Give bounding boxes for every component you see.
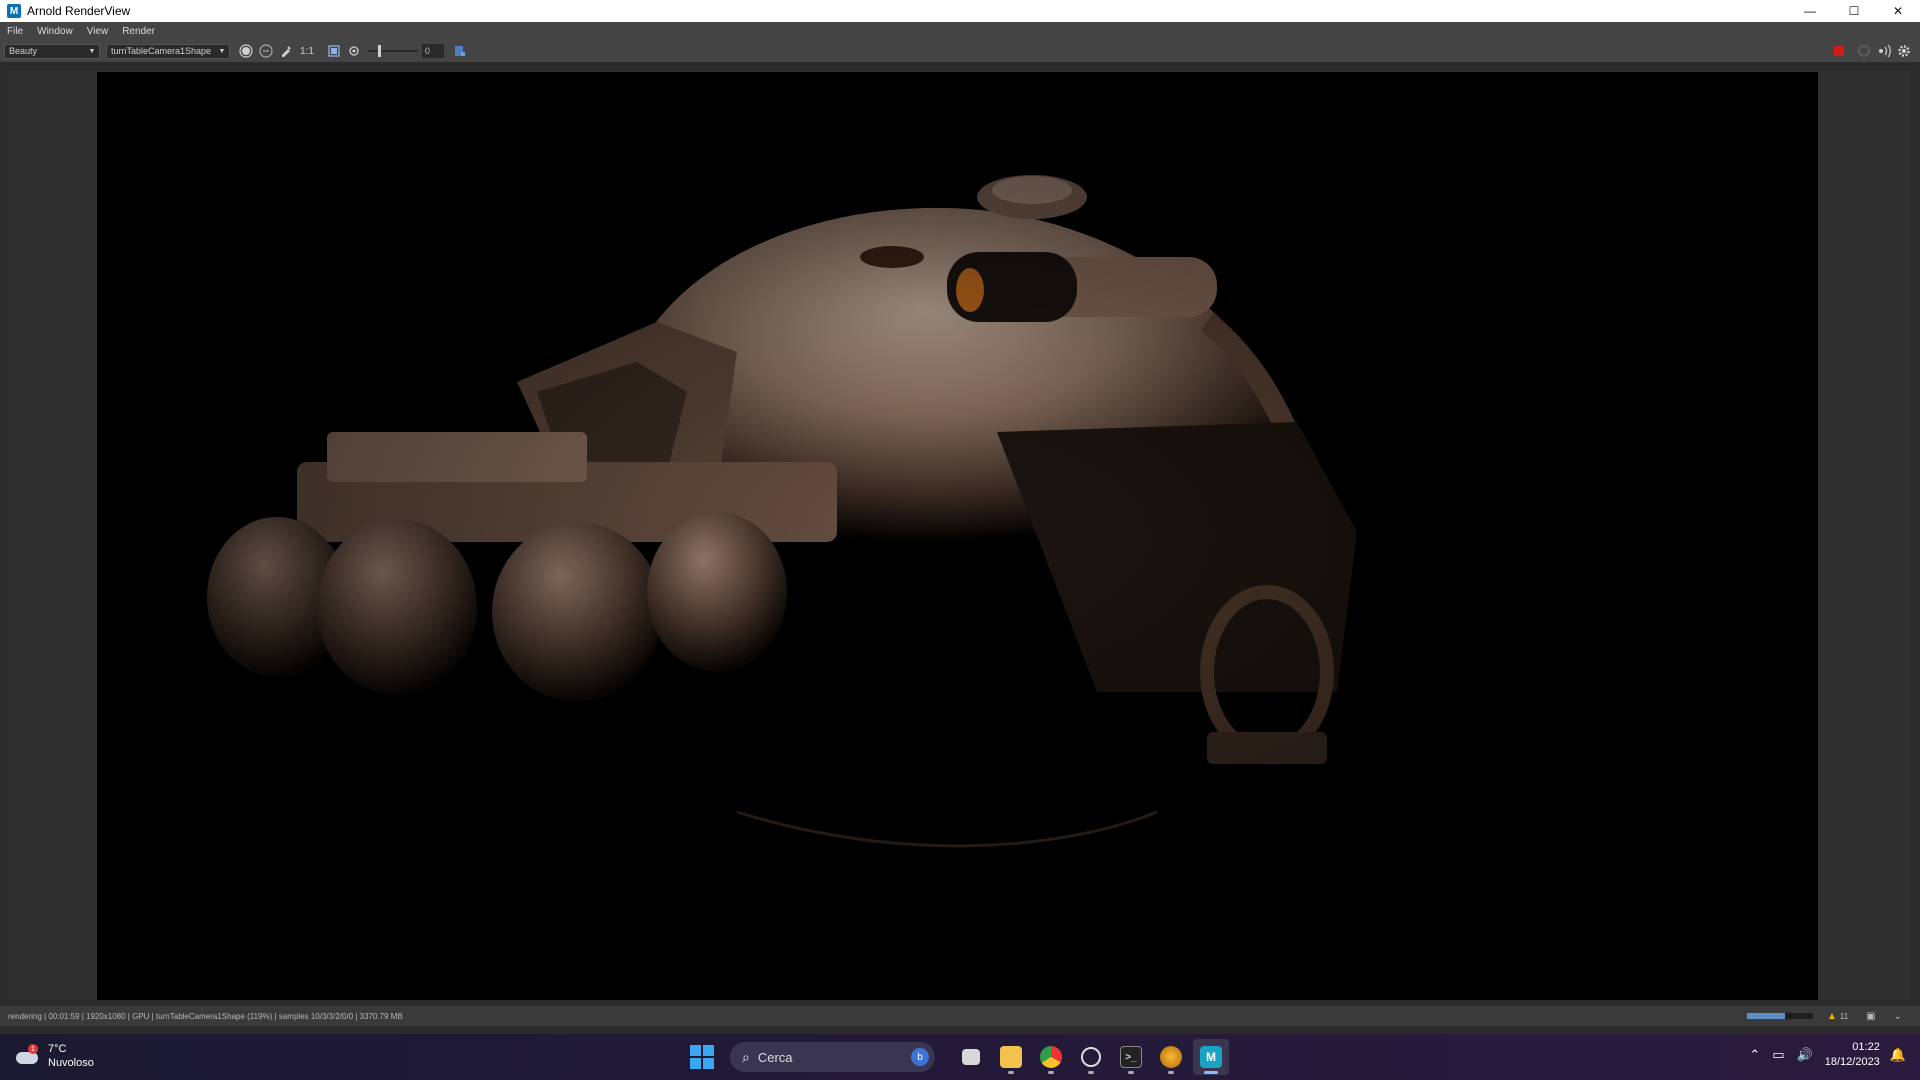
- helmet-render-illustration: [97, 72, 1818, 1000]
- bing-icon[interactable]: b: [911, 1048, 929, 1066]
- chevron-down-icon: ▼: [88, 48, 96, 55]
- weather-description: Nuvoloso: [48, 1057, 94, 1069]
- windows-start-button[interactable]: [690, 1045, 714, 1069]
- maya-icon: M: [1200, 1046, 1222, 1068]
- menu-file[interactable]: File: [0, 26, 30, 37]
- weather-temperature: 7°C: [48, 1043, 67, 1055]
- menu-render[interactable]: Render: [115, 26, 162, 37]
- menu-view[interactable]: View: [80, 26, 116, 37]
- nuke-button[interactable]: [1153, 1039, 1189, 1075]
- ratio-button[interactable]: 1:1: [296, 46, 318, 57]
- log-icon[interactable]: ▣: [1866, 1011, 1875, 1022]
- chevron-down-icon: ▼: [218, 48, 226, 55]
- crop-region-icon[interactable]: [324, 41, 344, 61]
- render-status-text: rendering | 00:01:59 | 1920x1080 | GPU |…: [8, 1011, 403, 1021]
- display-channel-icon[interactable]: [236, 41, 256, 61]
- search-icon: ⌕: [742, 1048, 750, 1065]
- maya-button[interactable]: M: [1193, 1039, 1229, 1075]
- camera-dropdown[interactable]: turnTableCamera1Shape ▼: [106, 43, 230, 59]
- weather-widget[interactable]: 1 7°C Nuvoloso: [16, 1042, 94, 1070]
- snapshot-icon[interactable]: [450, 41, 470, 61]
- slider-thumb[interactable]: [377, 45, 381, 57]
- windows-taskbar: 1 7°C Nuvoloso ⌕ Cerca b >_ M ⌃ ▭ 🔊 01:2…: [0, 1034, 1920, 1080]
- minimize-button[interactable]: —: [1788, 0, 1832, 22]
- exposure-value[interactable]: 0: [421, 44, 444, 58]
- exposure-slider[interactable]: [367, 44, 418, 58]
- taskbar-center: ⌕ Cerca b >_ M: [690, 1039, 1231, 1075]
- folder-icon: [1000, 1046, 1022, 1068]
- window-title: Arnold RenderView: [27, 4, 131, 18]
- chevron-up-icon[interactable]: ⌃: [1749, 1047, 1760, 1063]
- stop-render-button[interactable]: [1834, 46, 1844, 56]
- clock[interactable]: 01:22 18/12/2023: [1825, 1040, 1880, 1070]
- weather-badge: 1: [28, 1044, 38, 1054]
- task-view-icon: [962, 1049, 980, 1065]
- search-placeholder: Cerca: [757, 1049, 793, 1065]
- chevron-down-icon[interactable]: ⌄: [1894, 1011, 1902, 1022]
- radiation-icon: [1160, 1046, 1182, 1068]
- menu-window[interactable]: Window: [30, 26, 80, 37]
- title-bar: M Arnold RenderView — ☐ ✕: [0, 0, 1920, 22]
- cloud-icon: 1: [16, 1044, 40, 1068]
- toolbar: Beauty ▼ turnTableCamera1Shape ▼ 1:1 0: [0, 40, 1920, 62]
- volume-icon[interactable]: 🔊: [1797, 1047, 1813, 1063]
- file-explorer-button[interactable]: [993, 1039, 1029, 1075]
- taskbar-search[interactable]: ⌕ Cerca b: [730, 1042, 935, 1072]
- progress-fill: [1746, 1013, 1786, 1019]
- terminal-icon: >_: [1120, 1046, 1142, 1068]
- aov-dropdown-value: Beauty: [9, 46, 38, 56]
- system-tray: ⌃ ▭ 🔊 01:22 18/12/2023 🔔: [1749, 1040, 1906, 1070]
- terminal-button[interactable]: >_: [1113, 1039, 1149, 1075]
- refresh-icon[interactable]: [1854, 41, 1874, 61]
- clock-time: 01:22: [1852, 1041, 1880, 1053]
- camera-dropdown-value: turnTableCamera1Shape: [111, 46, 212, 56]
- gear-icon[interactable]: [1894, 41, 1914, 61]
- ipr-icon[interactable]: [1874, 41, 1894, 61]
- chrome-button[interactable]: [1033, 1039, 1069, 1075]
- slider-track: [367, 50, 418, 52]
- warning-count[interactable]: 11: [1840, 1012, 1848, 1021]
- notification-bell-icon[interactable]: 🔔: [1890, 1047, 1906, 1063]
- exposure-icon[interactable]: [344, 41, 364, 61]
- alpha-channel-icon[interactable]: [256, 41, 276, 61]
- network-icon[interactable]: ▭: [1772, 1047, 1784, 1063]
- render-image[interactable]: [97, 72, 1818, 1000]
- maya-app-icon: M: [7, 4, 21, 18]
- maximize-button[interactable]: ☐: [1832, 0, 1876, 22]
- app-webcam-button[interactable]: [1073, 1039, 1109, 1075]
- status-bar: rendering | 00:01:59 | 1920x1080 | GPU |…: [0, 1006, 1920, 1026]
- render-progress-bar: [1746, 1013, 1813, 1019]
- color-picker-icon[interactable]: [276, 41, 296, 61]
- chrome-icon: [1040, 1046, 1062, 1068]
- camera-icon: [1081, 1047, 1101, 1067]
- clock-date: 18/12/2023: [1824, 1056, 1880, 1068]
- aov-dropdown[interactable]: Beauty ▼: [4, 43, 100, 59]
- close-button[interactable]: ✕: [1876, 0, 1920, 22]
- warning-icon[interactable]: ▲: [1827, 1011, 1837, 1022]
- task-view-button[interactable]: [953, 1039, 989, 1075]
- menu-bar: File Window View Render: [0, 22, 1920, 40]
